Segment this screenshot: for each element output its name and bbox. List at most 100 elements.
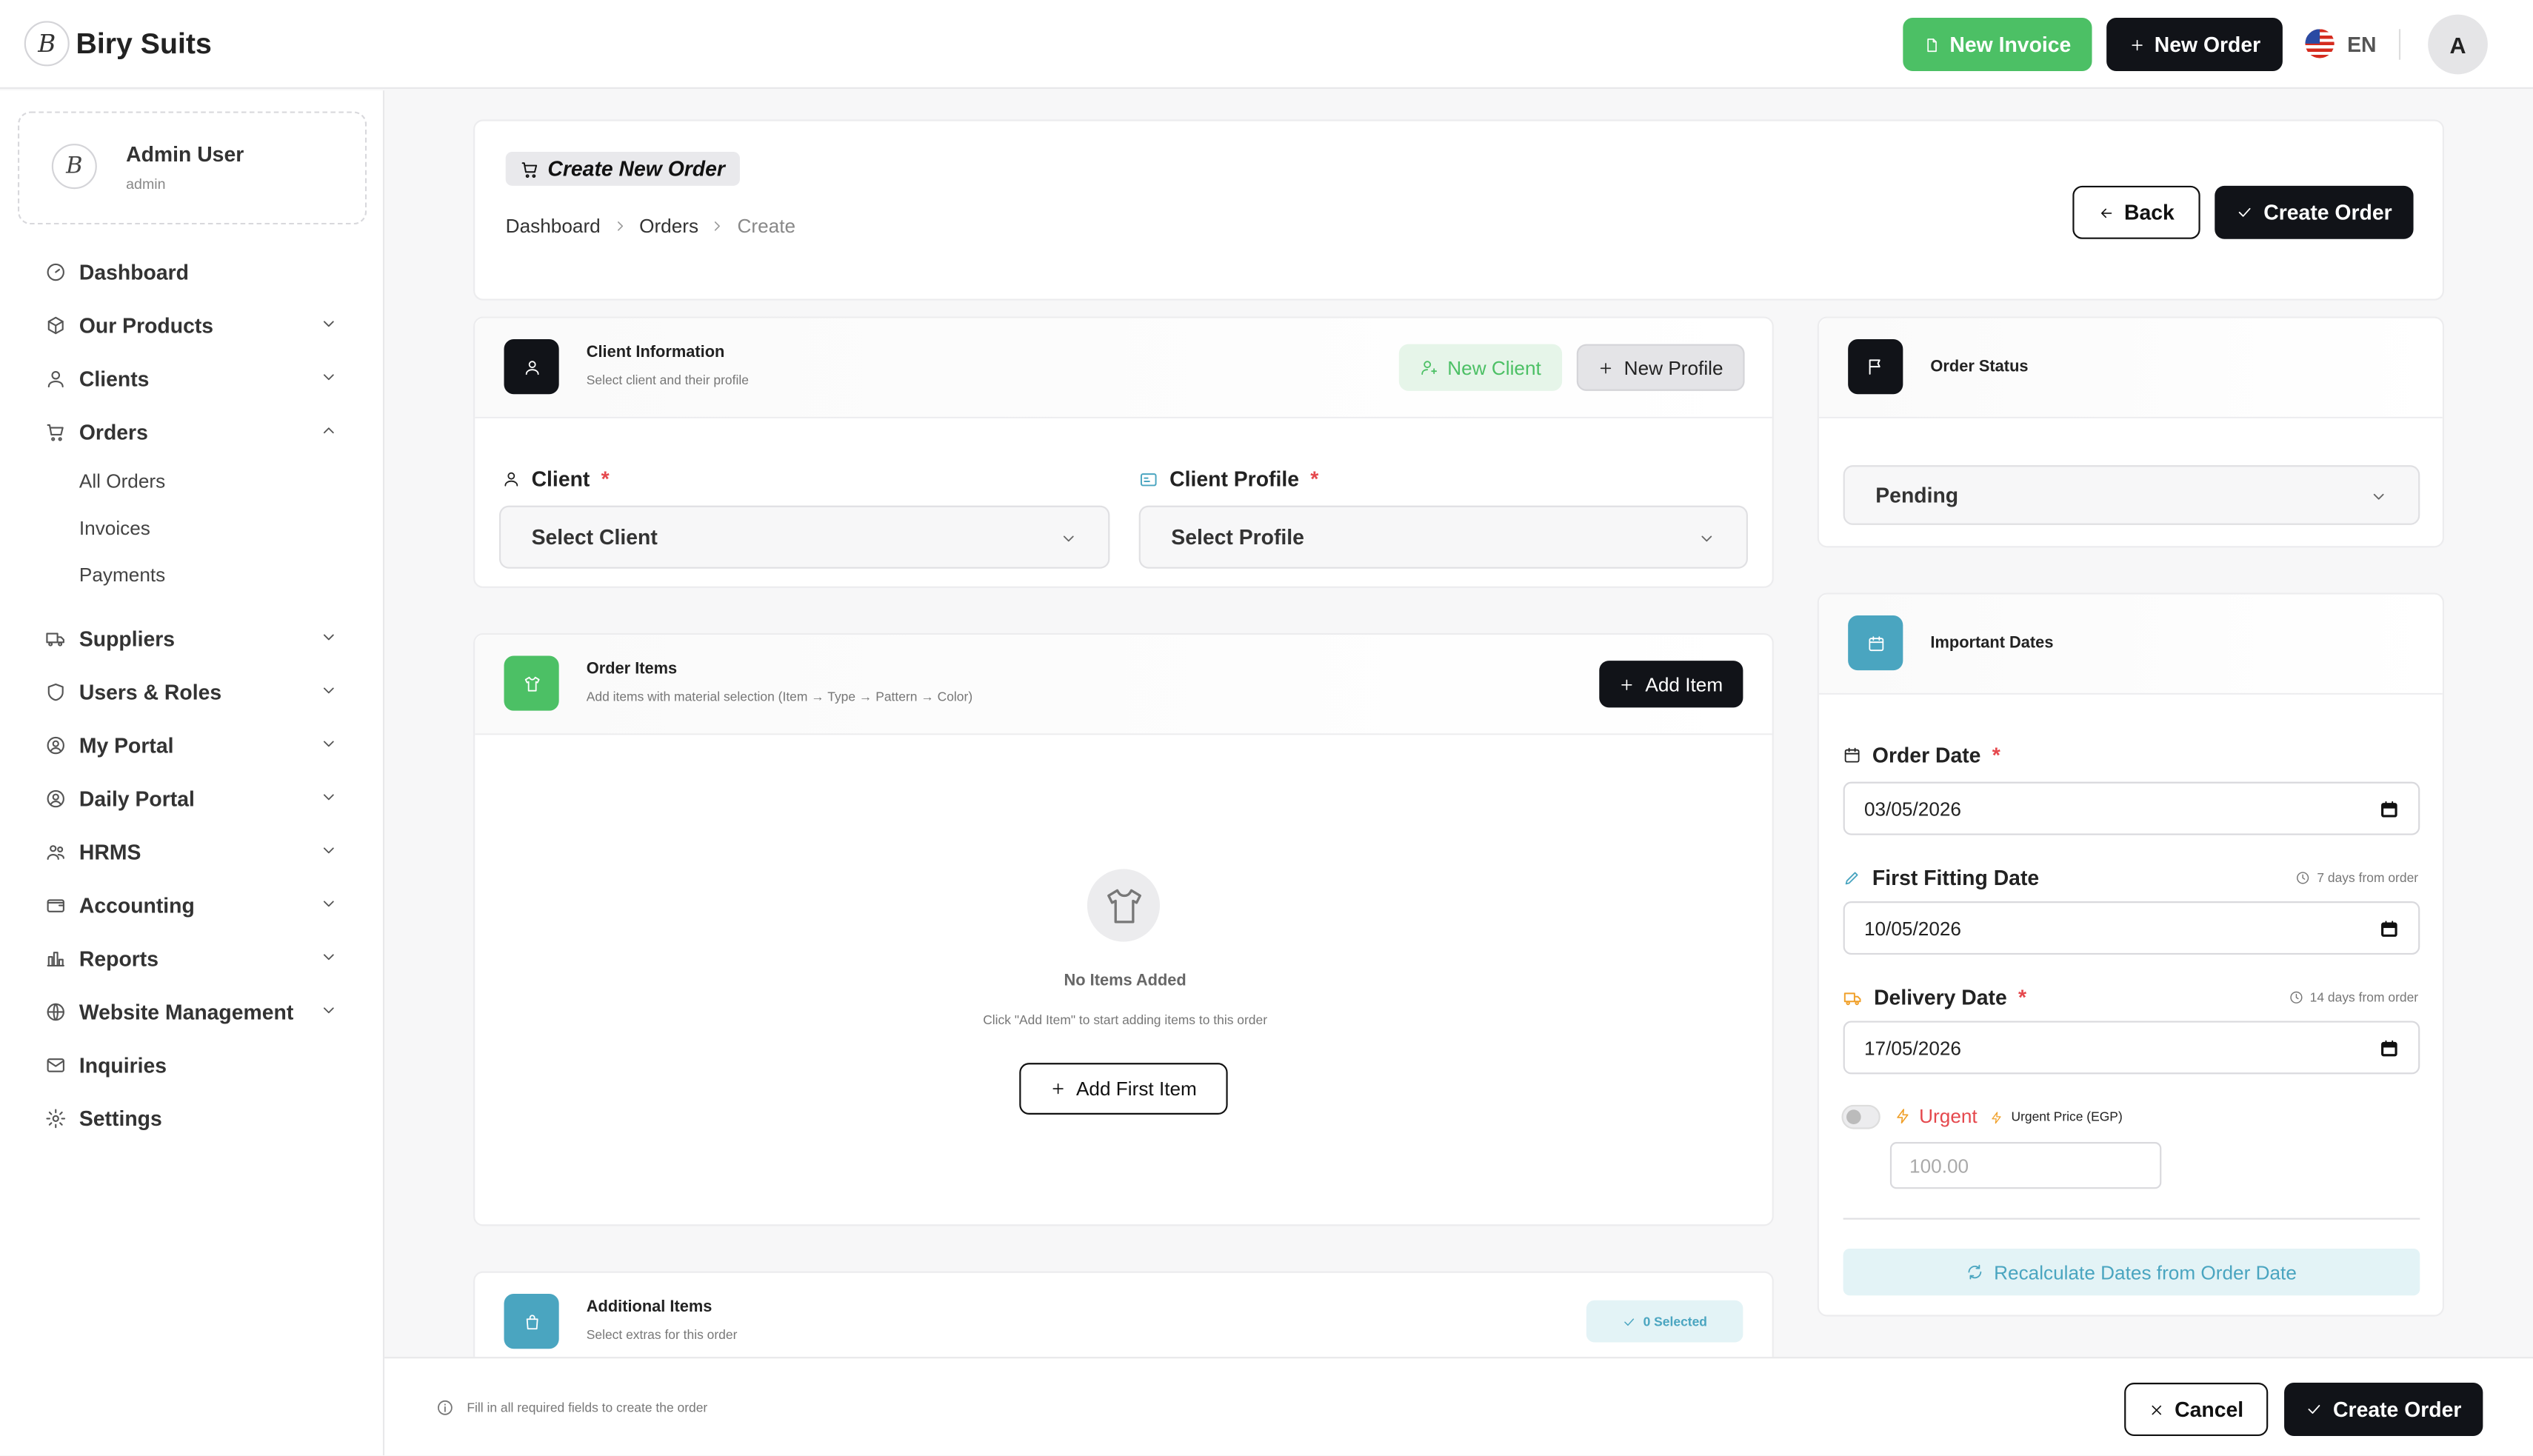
- us-flag-icon: [2305, 29, 2335, 59]
- delivery-date-label: Delivery Date *: [1843, 985, 2026, 1009]
- language-switcher[interactable]: EN: [2305, 29, 2377, 59]
- calendar-icon: [2381, 1040, 2397, 1057]
- breadcrumb: Dashboard Orders Create: [506, 215, 795, 238]
- calendar-icon: [2381, 921, 2397, 937]
- add-first-item-button[interactable]: Add First Item: [1019, 1063, 1228, 1115]
- sidebar-item-label: Settings: [79, 1105, 162, 1130]
- urgent-price-input[interactable]: 100.00: [1889, 1142, 2162, 1189]
- cancel-button[interactable]: Cancel: [2124, 1383, 2269, 1436]
- empty-state-icon: [1087, 869, 1161, 942]
- sidebar-item-daily-portal[interactable]: Daily Portal: [45, 780, 344, 815]
- user-circle-icon: [47, 789, 64, 807]
- chevron-down-icon: [1063, 535, 1074, 542]
- new-profile-button[interactable]: New Profile: [1576, 344, 1745, 391]
- chevron-down-icon: [323, 634, 334, 641]
- new-invoice-label: New Invoice: [1949, 32, 2072, 57]
- user-avatar-button[interactable]: A: [2428, 14, 2488, 75]
- page-header-card: Create New Order Dashboard Orders Create…: [473, 119, 2445, 301]
- check-icon: [2239, 207, 2252, 217]
- user-role: admin: [126, 176, 166, 193]
- sidebar-item-reports[interactable]: Reports: [45, 940, 344, 975]
- required-mark: *: [601, 467, 610, 492]
- user-circle-icon: [47, 735, 64, 754]
- shirt-icon: [524, 675, 539, 691]
- sidebar-item-label: Daily Portal: [79, 786, 195, 810]
- order-date-input[interactable]: 03/05/2026: [1843, 781, 2420, 835]
- chevron-down-icon: [323, 687, 334, 694]
- required-mark: *: [1992, 743, 2000, 768]
- empty-state-title: No Items Added: [1064, 972, 1187, 991]
- section-title: Order Status: [1930, 358, 2029, 377]
- sidebar-item-my-portal[interactable]: My Portal: [45, 727, 344, 762]
- breadcrumb-dashboard[interactable]: Dashboard: [506, 215, 601, 238]
- new-order-button[interactable]: New Order: [2106, 17, 2283, 71]
- chevron-down-icon: [323, 321, 334, 327]
- top-header: B Biry Suits New Invoice New Order EN A: [0, 0, 2533, 89]
- footer-note-text: Fill in all required fields to create th…: [467, 1400, 708, 1415]
- urgent-label-text: Urgent: [1919, 1104, 1978, 1128]
- order-date-label: Order Date *: [1843, 743, 2000, 767]
- sidebar-item-settings[interactable]: Settings: [45, 1100, 344, 1135]
- delivery-date-value: 17/05/2026: [1863, 1036, 1961, 1059]
- check-icon: [2309, 1405, 2320, 1414]
- logo-mark: B: [24, 21, 70, 67]
- sidebar-subitem-payments[interactable]: Payments: [79, 564, 165, 587]
- chevron-down-icon: [2373, 493, 2384, 500]
- bar-chart-icon: [47, 951, 64, 966]
- app-logo[interactable]: B Biry Suits: [24, 21, 212, 67]
- section-header: Important Dates: [1818, 594, 2443, 695]
- sidebar-item-hrms[interactable]: HRMS: [45, 833, 344, 869]
- selected-count-badge: 0 Selected: [1586, 1300, 1743, 1343]
- section-icon-box: [1848, 615, 1903, 671]
- selected-count-label: 0 Selected: [1643, 1314, 1707, 1329]
- sidebar-item-label: Website Management: [79, 999, 294, 1023]
- app-name: Biry Suits: [76, 26, 212, 59]
- sidebar-item-suppliers[interactable]: Suppliers: [45, 621, 344, 656]
- client-select[interactable]: Select Client: [498, 505, 1110, 569]
- sidebar-item-website-management[interactable]: Website Management: [45, 993, 344, 1029]
- user-card[interactable]: B Admin User admin: [17, 111, 367, 225]
- sidebar-item-inquiries[interactable]: Inquiries: [45, 1046, 344, 1082]
- sidebar-subitem-all-orders[interactable]: All Orders: [79, 470, 165, 493]
- sidebar-item-orders[interactable]: Orders: [45, 413, 344, 449]
- sidebar-item-clients[interactable]: Clients: [45, 360, 344, 395]
- new-client-button[interactable]: New Client: [1398, 344, 1563, 391]
- sidebar-item-label: Orders: [79, 418, 148, 444]
- create-order-footer-button[interactable]: Create Order: [2284, 1383, 2483, 1436]
- first-fitting-value: 10/05/2026: [1863, 916, 1961, 940]
- gear-icon: [46, 1108, 66, 1128]
- sidebar-item-label: Inquiries: [79, 1052, 167, 1077]
- back-button[interactable]: Back: [2072, 185, 2200, 239]
- sidebar-item-accounting[interactable]: Accounting: [45, 886, 344, 922]
- urgent-toggle[interactable]: [1841, 1104, 1880, 1129]
- info-icon: [437, 1400, 453, 1415]
- refresh-icon: [1969, 1264, 1982, 1280]
- create-order-button[interactable]: Create Order: [2215, 185, 2414, 239]
- clock-icon: [2297, 872, 2309, 884]
- first-fitting-input[interactable]: 10/05/2026: [1843, 901, 2420, 955]
- recalculate-dates-button[interactable]: Recalculate Dates from Order Date: [1843, 1248, 2420, 1296]
- order-status-select[interactable]: Pending: [1843, 465, 2420, 525]
- client-profile-select[interactable]: Select Profile: [1138, 505, 1748, 569]
- sidebar-item-dashboard[interactable]: Dashboard: [45, 253, 344, 289]
- chevron-down-icon: [323, 1007, 334, 1014]
- chevron-down-icon: [1701, 535, 1712, 542]
- id-card-icon: [1140, 472, 1157, 486]
- add-item-button[interactable]: Add Item: [1599, 661, 1743, 708]
- first-fitting-label-text: First Fitting Date: [1872, 866, 2040, 890]
- breadcrumb-orders[interactable]: Orders: [639, 215, 698, 238]
- new-invoice-button[interactable]: New Invoice: [1903, 17, 2092, 71]
- lightning-icon: [1897, 1109, 1909, 1124]
- sidebar-subitem-invoices[interactable]: Invoices: [79, 517, 150, 540]
- chevron-right-icon: [617, 221, 623, 231]
- order-status-card: Order Status Pending: [1817, 316, 2445, 548]
- sidebar-item-label: HRMS: [79, 839, 141, 864]
- client-select-value: Select Client: [531, 524, 658, 550]
- sidebar-item-label: Our Products: [79, 313, 214, 337]
- empty-state-subtitle: Click "Add Item" to start adding items t…: [983, 1012, 1268, 1028]
- sidebar-item-our-products[interactable]: Our Products: [45, 307, 344, 342]
- sidebar-item-users-roles[interactable]: Users & Roles: [45, 674, 344, 709]
- bag-icon: [525, 1314, 538, 1329]
- delivery-date-input[interactable]: 17/05/2026: [1843, 1021, 2420, 1075]
- page-title: Create New Order: [505, 152, 740, 186]
